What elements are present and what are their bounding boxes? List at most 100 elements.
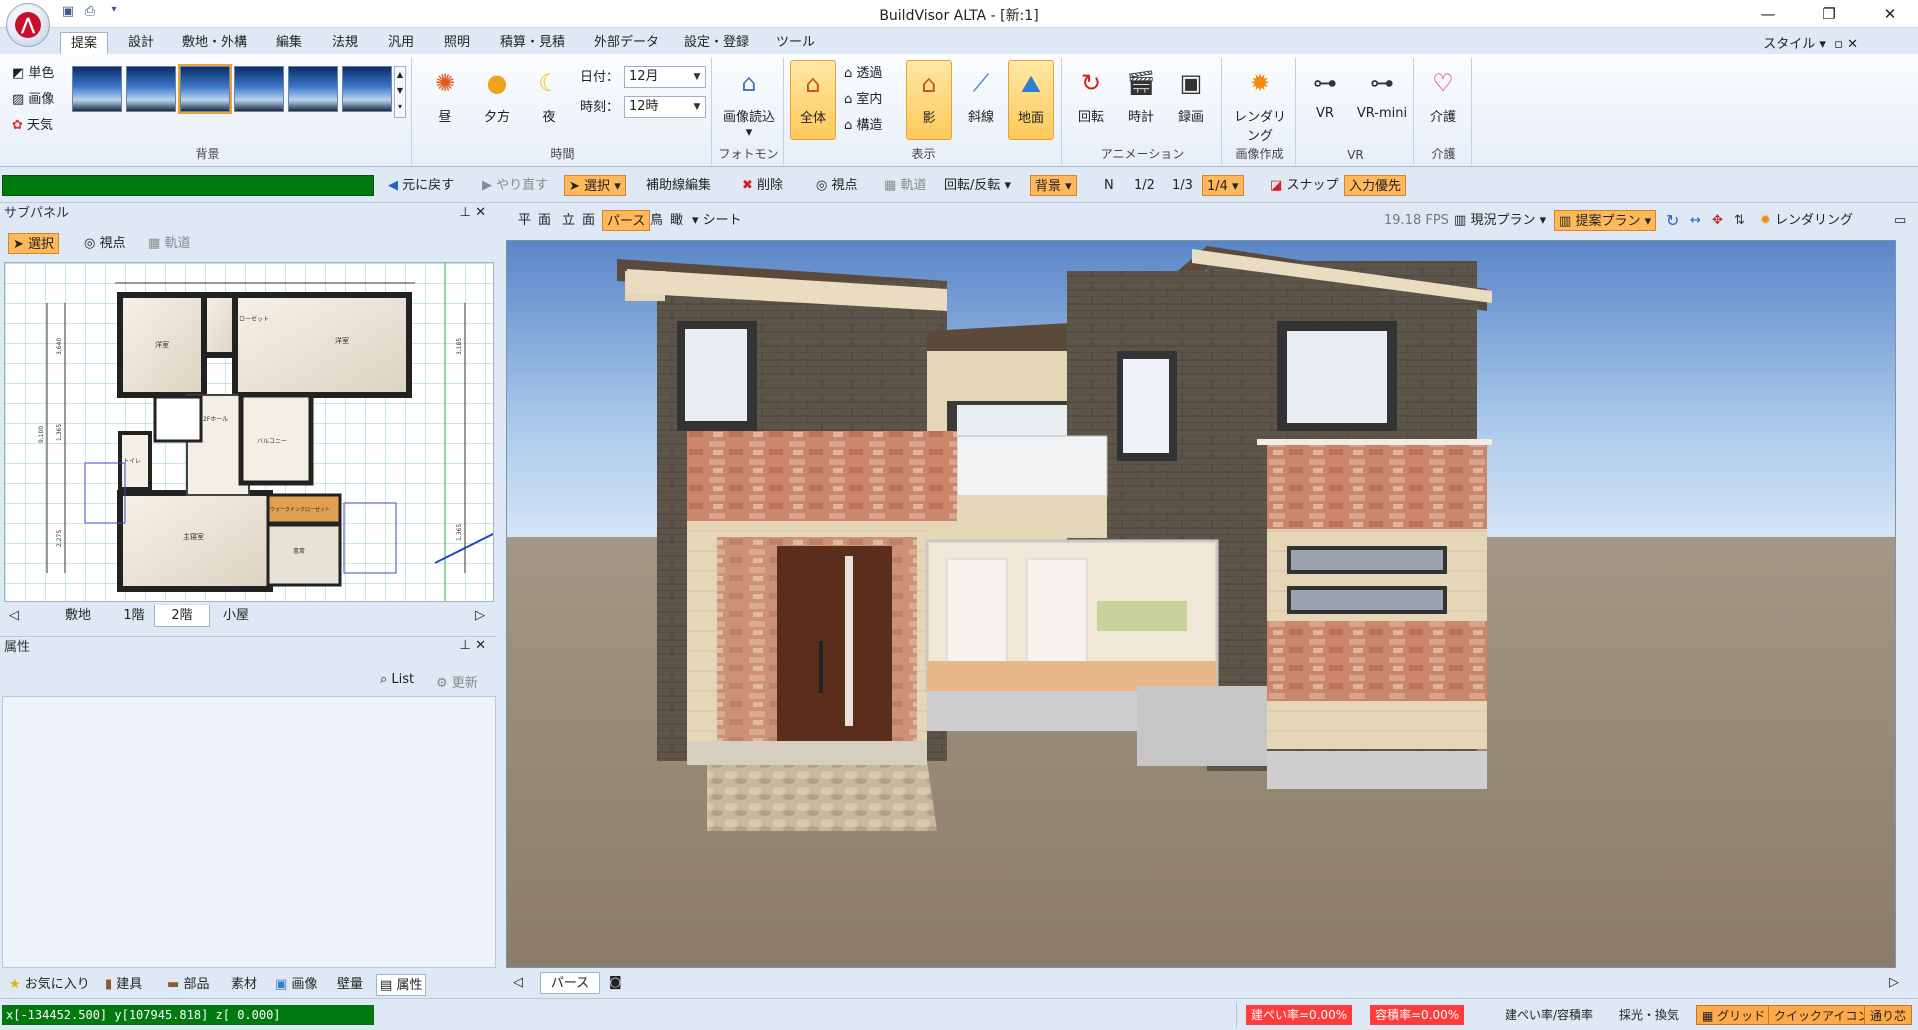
- properties-pin-close[interactable]: ⊥ ✕: [460, 638, 486, 653]
- weather-button[interactable]: ✿ 天気: [12, 116, 53, 136]
- tab-materials[interactable]: 素材: [228, 974, 260, 996]
- floor-plan-canvas[interactable]: 洋室 クローゼット 洋室 2Fホール バルコニー トイレ 主寝室 ウォークインク…: [4, 262, 494, 602]
- sky-thumb-1[interactable]: [72, 66, 122, 112]
- move-icon[interactable]: ✥: [1708, 210, 1727, 231]
- view-elev-button[interactable]: 立: [558, 210, 579, 231]
- light-ventilation-button[interactable]: 採光・換気: [1614, 1005, 1684, 1025]
- vr-mini-button[interactable]: ⊶ VR-mini: [1352, 60, 1412, 140]
- tab-general[interactable]: 汎用: [378, 32, 424, 54]
- refresh-button[interactable]: ⚙ 更新: [436, 672, 478, 691]
- sub-select-button[interactable]: ➤ 選択: [8, 233, 60, 254]
- rotate-button[interactable]: ↻ 回転: [1068, 60, 1114, 140]
- clock-button[interactable]: 🎬︎ 時計: [1118, 60, 1164, 140]
- sub-track-button[interactable]: ▦ 軌道: [144, 233, 194, 254]
- view-sheet-button[interactable]: ▾ シート: [688, 210, 746, 231]
- view-bird-button[interactable]: 鳥: [646, 210, 667, 231]
- thumb-scroll[interactable]: ▲ ▼ ▾: [394, 66, 406, 118]
- undo-button[interactable]: ◀ 元に戻す: [384, 175, 458, 196]
- select-tool-button[interactable]: ➤ 選択 ▾: [564, 175, 626, 196]
- third-button[interactable]: 1/3: [1168, 175, 1197, 196]
- app-logo[interactable]: ⋀: [6, 3, 50, 47]
- noon-button[interactable]: ✺ 昼: [422, 60, 468, 140]
- sky-thumb-3[interactable]: [178, 64, 232, 114]
- fit-toggle[interactable]: 通り芯: [1864, 1005, 1913, 1025]
- tab-design[interactable]: 設計: [118, 32, 164, 54]
- interior-button[interactable]: ⌂ 室内: [844, 90, 882, 110]
- redo-button[interactable]: ▶ やり直す: [478, 175, 552, 196]
- view-plan-button[interactable]: 平: [514, 210, 535, 231]
- sub-viewpoint-button[interactable]: ◎ 視点: [80, 233, 130, 254]
- rotate-flip-button[interactable]: 回転/反転 ▾: [940, 175, 1015, 196]
- vr-button[interactable]: ⊶ VR: [1302, 60, 1348, 140]
- panel-pin-close[interactable]: ⊥ ✕: [460, 205, 486, 220]
- proposal-plan-button[interactable]: ▥ 提案プラン ▾: [1554, 210, 1657, 231]
- floor-tab-site[interactable]: 敷地: [50, 605, 106, 627]
- walk-icon[interactable]: ⇅: [1730, 210, 1749, 231]
- list-button[interactable]: ⌕ List: [380, 672, 414, 687]
- view-render-button[interactable]: ✹ レンダリング: [1756, 210, 1857, 231]
- current-plan-button[interactable]: ▥ 現況プラン ▾: [1450, 210, 1550, 231]
- mono-button[interactable]: ◩ 単色: [12, 64, 54, 84]
- date-select[interactable]: 12月 ▼: [624, 66, 706, 88]
- scroll-right-icon[interactable]: ▷: [470, 605, 490, 627]
- view-scroll-right-icon[interactable]: ▷: [1886, 972, 1902, 994]
- tab-lighting[interactable]: 照明: [434, 32, 480, 54]
- image-button[interactable]: ▨ 画像: [12, 90, 54, 110]
- tab-proposal[interactable]: 提案: [60, 32, 109, 55]
- tab-estimate[interactable]: 積算・見積: [490, 32, 575, 54]
- quick-icon-toggle[interactable]: クイックアイコン: [1768, 1005, 1876, 1025]
- sky-thumb-4[interactable]: [234, 66, 284, 112]
- screen-icon[interactable]: ▭: [1890, 210, 1910, 231]
- sky-thumb-5[interactable]: [288, 66, 338, 112]
- tab-fittings[interactable]: ▮ 建具: [102, 974, 145, 996]
- half-button[interactable]: 1/2: [1130, 175, 1159, 196]
- tab-tools[interactable]: ツール: [766, 32, 825, 54]
- view-scroll-left-icon[interactable]: ◁: [510, 972, 526, 994]
- screenshot-camera-icon[interactable]: ◙: [606, 972, 625, 994]
- tab-external-data[interactable]: 外部データ: [584, 32, 669, 54]
- night-button[interactable]: ☾ 夜: [526, 60, 572, 140]
- n-button[interactable]: N: [1100, 175, 1118, 196]
- tab-site[interactable]: 敷地・外構: [172, 32, 257, 54]
- floor-tab-attic[interactable]: 小屋: [208, 605, 264, 627]
- maximize-button[interactable]: ❐: [1805, 0, 1853, 28]
- perspective-viewport[interactable]: [506, 240, 1896, 968]
- orbit-icon[interactable]: ↻: [1662, 210, 1683, 231]
- slope-button[interactable]: ⟋ 斜線: [958, 60, 1004, 140]
- tab-favorites[interactable]: ★ お気に入り: [6, 974, 93, 996]
- view-face-button[interactable]: 面: [534, 210, 555, 231]
- delete-button[interactable]: ✖ 削除: [738, 175, 787, 196]
- view-tab-perspective[interactable]: パース: [540, 972, 600, 994]
- track-button[interactable]: ▦ 軌道: [880, 175, 930, 196]
- pan-horizontal-icon[interactable]: ↔: [1686, 210, 1705, 231]
- all-button[interactable]: ⌂ 全体: [790, 60, 836, 140]
- background-button[interactable]: 背景 ▾: [1030, 175, 1077, 196]
- tab-settings[interactable]: 設定・登録: [674, 32, 759, 54]
- grid-toggle[interactable]: ▦ グリッド: [1696, 1005, 1772, 1025]
- sky-thumb-2[interactable]: [126, 66, 176, 112]
- structure-button[interactable]: ⌂ 構造: [844, 116, 882, 136]
- ratio-button[interactable]: 建ぺい率/容積率: [1500, 1005, 1598, 1025]
- view-elev-face-button[interactable]: 面: [578, 210, 599, 231]
- view-overlook-button[interactable]: 瞰: [666, 210, 687, 231]
- hour-select[interactable]: 12時 ▼: [624, 96, 706, 118]
- minimize-button[interactable]: —: [1744, 0, 1792, 28]
- render-button[interactable]: ✹ レンダリング: [1228, 60, 1292, 144]
- input-priority-button[interactable]: 入力優先: [1344, 175, 1407, 196]
- tab-law[interactable]: 法規: [322, 32, 368, 54]
- image-load-button[interactable]: ⌂ 画像読込 ▾: [718, 60, 780, 140]
- snap-button[interactable]: ◪ スナップ: [1266, 175, 1342, 196]
- transparent-button[interactable]: ⌂ 透過: [844, 64, 882, 84]
- scroll-left-icon[interactable]: ◁: [4, 605, 24, 627]
- shadow-button[interactable]: ⌂ 影: [906, 60, 952, 140]
- tab-properties[interactable]: ▤ 属性: [376, 974, 427, 996]
- close-button[interactable]: ✕: [1866, 0, 1914, 28]
- style-menu[interactable]: スタイル ▾ ▫ ✕: [1763, 33, 1858, 52]
- tab-wall-amount[interactable]: 壁量: [334, 974, 366, 996]
- record-button[interactable]: ▣ 録画: [1168, 60, 1214, 140]
- viewpoint-button[interactable]: ◎ 視点: [812, 175, 862, 196]
- tab-edit[interactable]: 編集: [266, 32, 312, 54]
- tab-images[interactable]: ▣ 画像: [272, 974, 320, 996]
- ground-button[interactable]: ⛰ 地面: [1008, 60, 1054, 140]
- view-perspective-button[interactable]: パース: [602, 210, 651, 231]
